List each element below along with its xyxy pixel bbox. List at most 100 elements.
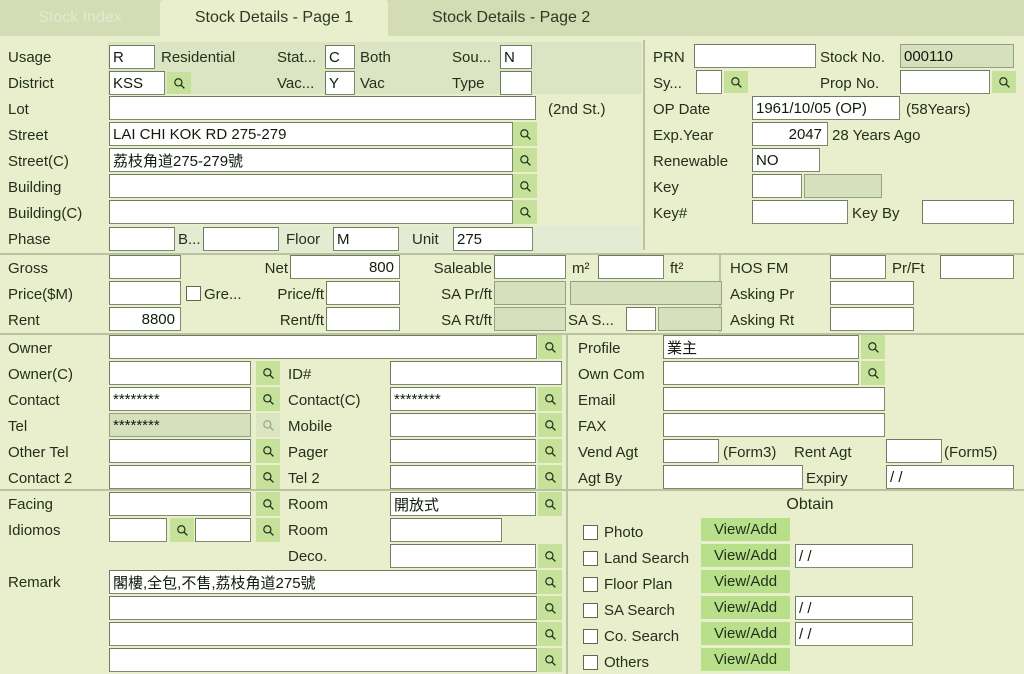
source-code-input[interactable]: N — [500, 45, 532, 69]
saleable-input[interactable] — [494, 255, 566, 279]
fax-input[interactable] — [663, 413, 885, 437]
net-input[interactable]: 800 — [290, 255, 400, 279]
idiomos-search-button-2[interactable] — [256, 518, 280, 542]
email-input[interactable] — [663, 387, 885, 411]
key-input[interactable] — [752, 174, 802, 198]
deco-search-button[interactable] — [538, 544, 562, 568]
remark-input-4[interactable] — [109, 648, 537, 672]
contact-input[interactable]: ******** — [109, 387, 251, 411]
tel2-input[interactable] — [390, 465, 536, 489]
facing-search-button[interactable] — [256, 492, 280, 516]
obtain-viewadd-land-search[interactable]: View/Add — [701, 544, 790, 567]
obtain-checkbox-floor-plan[interactable] — [583, 577, 598, 592]
contact2-input[interactable] — [109, 465, 251, 489]
owner-search-button[interactable] — [538, 335, 562, 359]
lot-input[interactable] — [109, 96, 536, 120]
vend-agt-input[interactable] — [663, 439, 719, 463]
district-code-input[interactable]: KSS — [109, 71, 165, 95]
rent-agt-input[interactable] — [886, 439, 942, 463]
sy-search-button[interactable] — [724, 71, 748, 93]
obtain-viewadd-floor-plan[interactable]: View/Add — [701, 570, 790, 593]
profile-search-button[interactable] — [861, 335, 885, 359]
deco-input[interactable] — [390, 544, 536, 568]
m2-input[interactable] — [598, 255, 664, 279]
remark-input-1[interactable]: 閣樓,全包,不售,荔枝角道275號 — [109, 570, 537, 594]
idiomos-input-1[interactable] — [109, 518, 167, 542]
mobile-search-button[interactable] — [538, 413, 562, 437]
type-code-input[interactable] — [500, 71, 532, 95]
room-search-button[interactable] — [538, 492, 562, 516]
obtain-viewadd-others[interactable]: View/Add — [701, 648, 790, 671]
building-c-input[interactable] — [109, 200, 513, 224]
block-input[interactable] — [203, 227, 279, 251]
gross-input[interactable] — [109, 255, 181, 279]
status-code-input[interactable]: C — [325, 45, 355, 69]
pager-search-button[interactable] — [538, 439, 562, 463]
key-no-input[interactable] — [752, 200, 848, 224]
exp-year-input[interactable]: 2047 — [752, 122, 828, 146]
floor-input[interactable]: M — [333, 227, 399, 251]
room2-input[interactable] — [390, 518, 502, 542]
usage-code-input[interactable]: R — [109, 45, 155, 69]
obtain-checkbox-land-search[interactable] — [583, 551, 598, 566]
tab-stock-details-page-2[interactable]: Stock Details - Page 2 — [388, 0, 1024, 36]
agt-by-input[interactable] — [663, 465, 803, 489]
tel2-search-button[interactable] — [538, 465, 562, 489]
obtain-date-land-search[interactable]: / / — [795, 544, 913, 568]
own-com-search-button[interactable] — [861, 361, 885, 385]
hos-fm-input[interactable] — [830, 255, 886, 279]
other-tel-search-button[interactable] — [256, 439, 280, 463]
op-date-input[interactable]: 1961/10/05 (OP) — [752, 96, 900, 120]
street-input[interactable]: LAI CHI KOK RD 275-279 — [109, 122, 513, 146]
gre-checkbox[interactable] — [186, 286, 201, 301]
obtain-checkbox-photo[interactable] — [583, 525, 598, 540]
remark-search-button-4[interactable] — [538, 648, 562, 672]
obtain-checkbox-co-search[interactable] — [583, 629, 598, 644]
prop-no-input[interactable] — [900, 70, 990, 94]
street-c-input[interactable]: 荔枝角道275-279號 — [109, 148, 513, 172]
tab-stock-details-page-1[interactable]: Stock Details - Page 1 — [160, 0, 388, 36]
unit-input[interactable]: 275 — [453, 227, 533, 251]
renewable-input[interactable]: NO — [752, 148, 820, 172]
owner-c-search-button[interactable] — [256, 361, 280, 385]
obtain-viewadd-co-search[interactable]: View/Add — [701, 622, 790, 645]
expiry-input[interactable]: / / — [886, 465, 1014, 489]
contact-c-input[interactable]: ******** — [390, 387, 536, 411]
remark-search-button-2[interactable] — [538, 596, 562, 620]
obtain-date-co-search[interactable]: / / — [795, 622, 913, 646]
street-c-search-button[interactable] — [513, 148, 537, 172]
room-input[interactable]: 開放式 — [390, 492, 536, 516]
profile-input[interactable]: 業主 — [663, 335, 859, 359]
owner-c-input[interactable] — [109, 361, 251, 385]
building-c-search-button[interactable] — [513, 200, 537, 224]
obtain-checkbox-sa-search[interactable] — [583, 603, 598, 618]
vacant-code-input[interactable]: Y — [325, 71, 355, 95]
tab-stock-index[interactable]: Stock Index — [0, 0, 160, 36]
key-by-input[interactable] — [922, 200, 1014, 224]
mobile-input[interactable] — [390, 413, 536, 437]
other-tel-input[interactable] — [109, 439, 251, 463]
own-com-input[interactable] — [663, 361, 859, 385]
idiomos-search-button-1[interactable] — [170, 518, 194, 542]
owner-input[interactable] — [109, 335, 537, 359]
price-input[interactable] — [109, 281, 181, 305]
pager-input[interactable] — [390, 439, 536, 463]
obtain-viewadd-photo[interactable]: View/Add — [701, 518, 790, 541]
id-input[interactable] — [390, 361, 562, 385]
contact2-search-button[interactable] — [256, 465, 280, 489]
phase-input[interactable] — [109, 227, 175, 251]
prn-input[interactable] — [694, 44, 816, 68]
contact-search-button[interactable] — [256, 387, 280, 411]
obtain-date-sa-search[interactable]: / / — [795, 596, 913, 620]
remark-input-3[interactable] — [109, 622, 537, 646]
prop-no-search-button[interactable] — [992, 71, 1016, 93]
asking-rt-input[interactable] — [830, 307, 914, 331]
remark-search-button-3[interactable] — [538, 622, 562, 646]
district-search-button[interactable] — [167, 72, 191, 94]
building-search-button[interactable] — [513, 174, 537, 198]
asking-pr-input[interactable] — [830, 281, 914, 305]
sy-input[interactable] — [696, 70, 722, 94]
remark-input-2[interactable] — [109, 596, 537, 620]
rent-input[interactable]: 8800 — [109, 307, 181, 331]
pr-ft-input[interactable] — [940, 255, 1014, 279]
